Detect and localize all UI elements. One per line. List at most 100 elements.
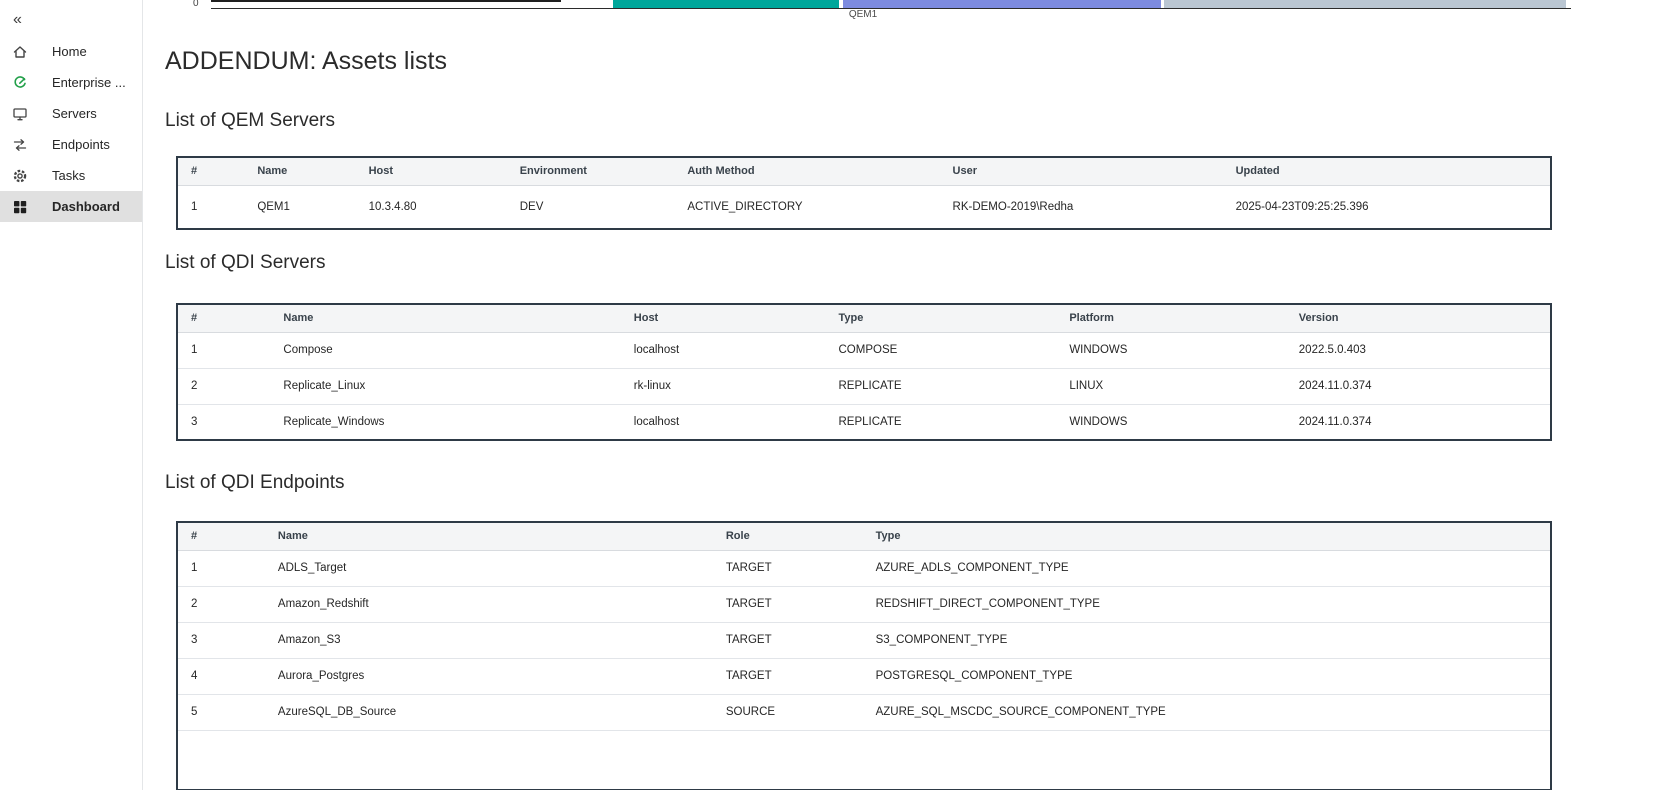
sidebar-item-label: Tasks bbox=[52, 168, 85, 183]
table-cell: 10.3.4.80 bbox=[356, 185, 507, 229]
chart-bar-segment-teal bbox=[613, 0, 839, 8]
sidebar-item-tasks[interactable]: Tasks bbox=[0, 160, 142, 191]
table-cell: RK-DEMO-2019\Redha bbox=[940, 185, 1223, 229]
table-header-row: #NameRoleType bbox=[177, 522, 1551, 550]
column-header: Role bbox=[713, 522, 863, 550]
section-heading-qdi-servers: List of QDI Servers bbox=[165, 250, 1552, 276]
table-cell: QEM1 bbox=[244, 185, 355, 229]
table-cell: REDSHIFT_DIRECT_COMPONENT_TYPE bbox=[863, 586, 1551, 622]
table-cell: DEV bbox=[507, 185, 675, 229]
table-header-row: #NameHostEnvironmentAuth MethodUserUpdat… bbox=[177, 157, 1551, 185]
table-cell: TARGET bbox=[713, 550, 863, 586]
table-cell: AzureSQL_DB_Source bbox=[265, 694, 713, 730]
qdi-servers-table: #NameHostTypePlatformVersion1Composeloca… bbox=[176, 303, 1552, 441]
table-cell: 2 bbox=[177, 368, 270, 404]
truncated-bar-chart: 0 QEM1 bbox=[165, 0, 1552, 18]
table-row: 1ComposelocalhostCOMPOSEWINDOWS2022.5.0.… bbox=[177, 332, 1551, 368]
table-cell: Aurora_Postgres bbox=[265, 658, 713, 694]
sidebar-item-home[interactable]: Home bbox=[0, 36, 142, 67]
table-cell: 2024.11.0.374 bbox=[1286, 404, 1551, 440]
column-header: Name bbox=[270, 304, 620, 332]
sidebar-item-endpoints[interactable]: Endpoints bbox=[0, 129, 142, 160]
table-row: 2Amazon_RedshiftTARGETREDSHIFT_DIRECT_CO… bbox=[177, 586, 1551, 622]
chart-bar-segment-gray bbox=[1164, 0, 1566, 8]
chart-x-axis-line bbox=[211, 8, 1571, 9]
sidebar-item-label: Servers bbox=[52, 106, 97, 121]
column-header: Name bbox=[265, 522, 713, 550]
column-header: Host bbox=[356, 157, 507, 185]
table-cell: Amazon_Redshift bbox=[265, 586, 713, 622]
sidebar-item-label: Dashboard bbox=[52, 199, 120, 214]
table-cell: 1 bbox=[177, 185, 244, 229]
table-cell: AZURE_ADLS_COMPONENT_TYPE bbox=[863, 550, 1551, 586]
table-cell: 4 bbox=[177, 658, 265, 694]
table-cell: SOURCE bbox=[713, 694, 863, 730]
chart-y-axis-tick: 0 bbox=[193, 0, 199, 9]
servers-icon bbox=[11, 106, 29, 122]
table-cell: 3 bbox=[177, 622, 265, 658]
sidebar-item-enterprise[interactable]: Enterprise ... bbox=[0, 67, 142, 98]
column-header: Type bbox=[826, 304, 1057, 332]
column-header: Auth Method bbox=[674, 157, 939, 185]
table-cell: TARGET bbox=[713, 622, 863, 658]
table-cell: WINDOWS bbox=[1056, 404, 1285, 440]
column-header: Type bbox=[863, 522, 1551, 550]
column-header: Name bbox=[244, 157, 355, 185]
table-row: 4Aurora_PostgresTARGETPOSTGRESQL_COMPONE… bbox=[177, 658, 1551, 694]
table-cell: 5 bbox=[177, 694, 265, 730]
dashboard-grid-icon bbox=[11, 199, 29, 215]
sidebar-item-label: Home bbox=[52, 44, 87, 59]
chart-x-axis-label: QEM1 bbox=[841, 9, 885, 20]
column-header: Environment bbox=[507, 157, 675, 185]
table-row: 2Replicate_Linuxrk-linuxREPLICATELINUX20… bbox=[177, 368, 1551, 404]
table-cell: localhost bbox=[621, 332, 826, 368]
app-window: « Home Enterprise ... bbox=[0, 0, 1672, 790]
gear-icon bbox=[11, 168, 29, 184]
column-header: # bbox=[177, 157, 244, 185]
chart-bar-segment-dark bbox=[211, 0, 561, 2]
sidebar-collapse-button[interactable]: « bbox=[0, 12, 142, 30]
page-title: ADDENDUM: Assets lists bbox=[165, 44, 1552, 78]
sidebar-nav: Home Enterprise ... Servers bbox=[0, 36, 142, 222]
table-cell: TARGET bbox=[713, 586, 863, 622]
sidebar-item-label: Enterprise ... bbox=[52, 75, 126, 90]
table-cell: REPLICATE bbox=[826, 404, 1057, 440]
table-cell: S3_COMPONENT_TYPE bbox=[863, 622, 1551, 658]
table-row: 1QEM110.3.4.80DEVACTIVE_DIRECTORYRK-DEMO… bbox=[177, 185, 1551, 229]
sidebar-item-servers[interactable]: Servers bbox=[0, 98, 142, 129]
section-heading-qdi-endpoints: List of QDI Endpoints bbox=[165, 470, 1552, 496]
table-cell: Compose bbox=[270, 332, 620, 368]
column-header: Updated bbox=[1223, 157, 1551, 185]
qem-servers-table: #NameHostEnvironmentAuth MethodUserUpdat… bbox=[176, 156, 1552, 230]
chart-bar-segment-blue bbox=[843, 0, 1161, 8]
table-cell: 3 bbox=[177, 404, 270, 440]
table-cell: ACTIVE_DIRECTORY bbox=[674, 185, 939, 229]
column-header: Version bbox=[1286, 304, 1551, 332]
home-icon bbox=[11, 44, 29, 60]
table-row: 5AzureSQL_DB_SourceSOURCEAZURE_SQL_MSCDC… bbox=[177, 694, 1551, 730]
table-row: 1ADLS_TargetTARGETAZURE_ADLS_COMPONENT_T… bbox=[177, 550, 1551, 586]
table-cell: rk-linux bbox=[621, 368, 826, 404]
table-cell: WINDOWS bbox=[1056, 332, 1285, 368]
column-header: Host bbox=[621, 304, 826, 332]
main-content: 0 QEM1 ADDENDUM: Assets lists List of QE… bbox=[143, 0, 1672, 790]
sidebar-item-label: Endpoints bbox=[52, 137, 110, 152]
table-cell: Replicate_Linux bbox=[270, 368, 620, 404]
table-cell: ADLS_Target bbox=[265, 550, 713, 586]
sidebar-item-dashboard[interactable]: Dashboard bbox=[0, 191, 142, 222]
table-cell: 2024.11.0.374 bbox=[1286, 368, 1551, 404]
table-cell: Replicate_Windows bbox=[270, 404, 620, 440]
endpoints-icon bbox=[11, 137, 29, 153]
table-cell: 2025-04-23T09:25:25.396 bbox=[1223, 185, 1551, 229]
column-header: User bbox=[940, 157, 1223, 185]
table-row-partial bbox=[177, 730, 1551, 790]
table-cell: 2022.5.0.403 bbox=[1286, 332, 1551, 368]
table-row: 3Amazon_S3TARGETS3_COMPONENT_TYPE bbox=[177, 622, 1551, 658]
table-cell: 1 bbox=[177, 332, 270, 368]
column-header: Platform bbox=[1056, 304, 1285, 332]
column-header: # bbox=[177, 522, 265, 550]
table-cell: POSTGRESQL_COMPONENT_TYPE bbox=[863, 658, 1551, 694]
section-heading-qem-servers: List of QEM Servers bbox=[165, 108, 1552, 134]
qdi-endpoints-table: #NameRoleType1ADLS_TargetTARGETAZURE_ADL… bbox=[176, 521, 1552, 790]
collapse-chevrons-icon: « bbox=[13, 11, 22, 28]
